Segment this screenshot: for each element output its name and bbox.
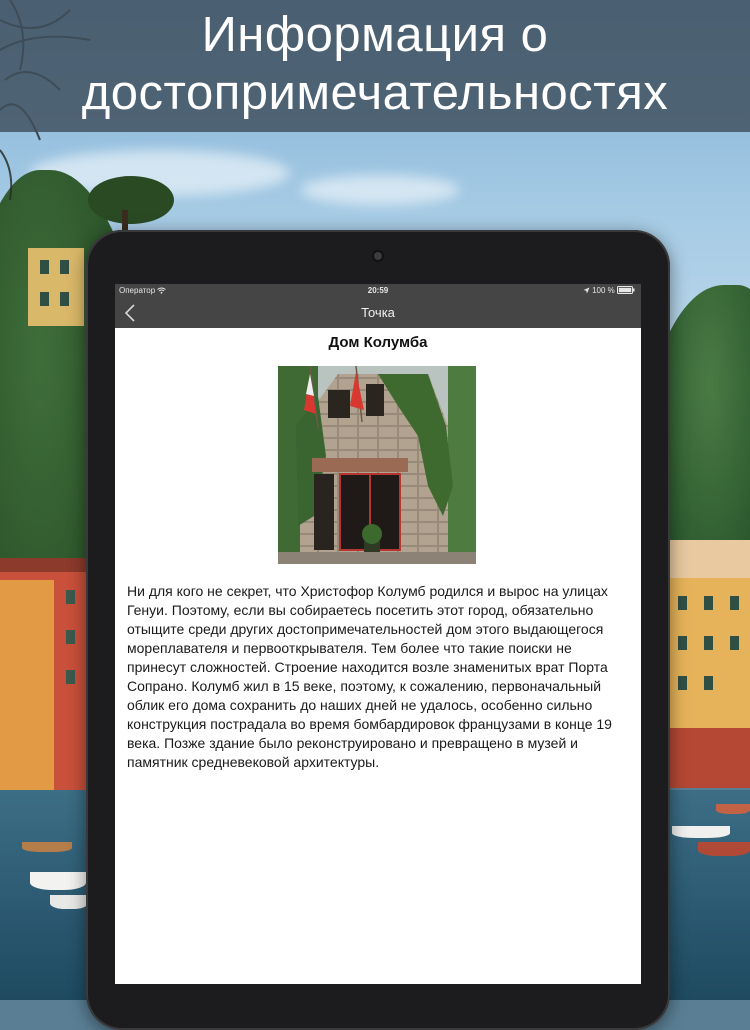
headline-line-1: Информация о — [201, 8, 549, 62]
place-photo — [278, 366, 476, 564]
location-icon — [583, 286, 592, 295]
place-detail: Дом Колумба Ни для кого не секрет, что Х… — [115, 328, 641, 984]
tablet-device: Оператор 20:59 100 % Точка Дом Колумба Н… — [86, 230, 670, 1030]
building-yellow-upper — [28, 248, 84, 326]
boat — [672, 826, 730, 838]
boat — [30, 872, 86, 890]
boat — [50, 895, 88, 909]
place-description: Ни для кого не секрет, что Христофор Кол… — [127, 583, 612, 770]
building-orange — [0, 580, 54, 790]
building-right-top — [670, 540, 750, 580]
front-camera — [374, 252, 382, 260]
building-right-red — [670, 728, 750, 788]
cloud — [300, 175, 460, 205]
building-right-yellow — [670, 578, 750, 728]
status-time: 20:59 — [367, 286, 389, 295]
boat — [716, 804, 750, 814]
boat — [698, 842, 750, 856]
status-battery: 100 % — [583, 286, 635, 295]
boat — [22, 842, 72, 852]
headline-line-2: достопримечательностях — [81, 66, 669, 120]
status-bar: Оператор 20:59 100 % — [115, 284, 641, 298]
nav-bar: Точка — [115, 298, 641, 328]
headline: Информация о достопримечательностях — [0, 6, 750, 122]
battery-percent: 100 % — [592, 286, 615, 295]
battery-icon — [617, 286, 635, 295]
device-screen: Оператор 20:59 100 % Точка Дом Колумба Н… — [115, 284, 641, 984]
nav-title: Точка — [361, 305, 395, 320]
place-title: Дом Колумба — [328, 334, 428, 351]
